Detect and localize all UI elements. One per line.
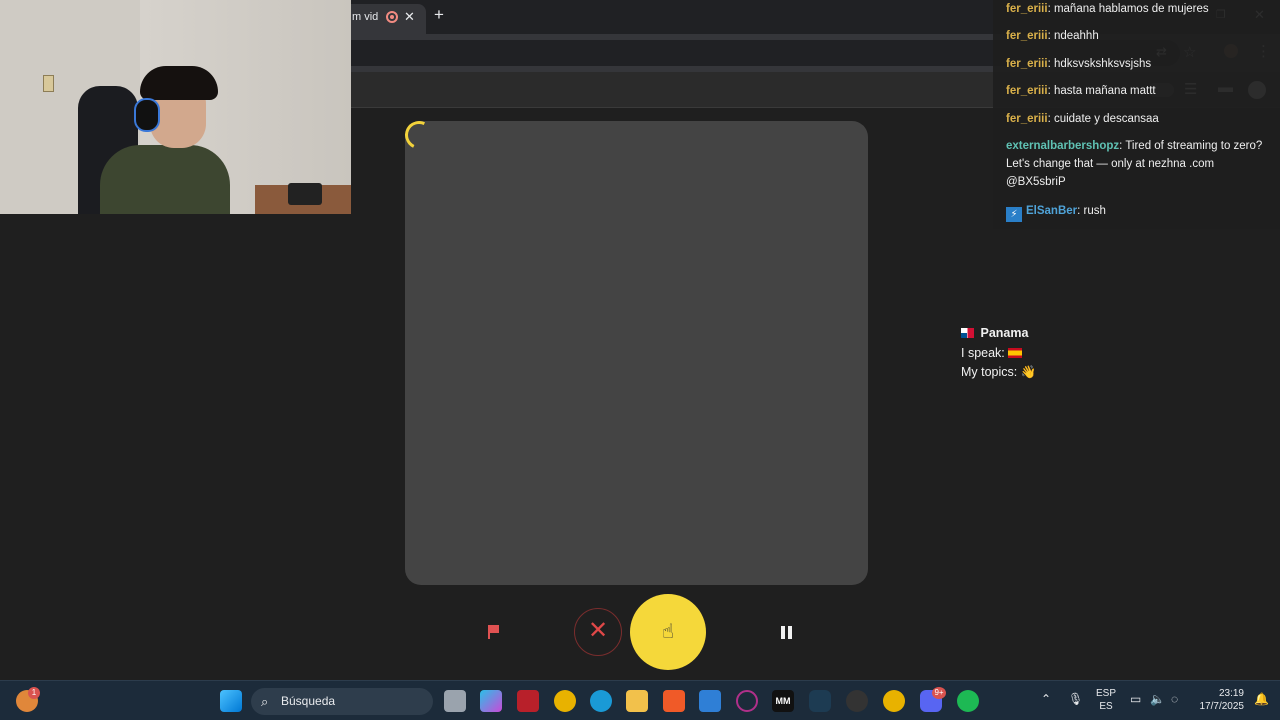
task-view-icon[interactable]	[444, 690, 466, 712]
brave-icon[interactable]	[663, 690, 685, 712]
microphone-icon[interactable]: 🎙	[1068, 692, 1083, 706]
copilot-icon[interactable]	[480, 690, 502, 712]
windows-taskbar: 1 ⌕ Búsqueda MM 9+ ⌃ 🎙 ESP ES ▭ 🔈 ◌ 23:1…	[0, 680, 1280, 720]
store-icon[interactable]	[699, 690, 721, 712]
opera-icon[interactable]	[736, 690, 758, 712]
hand-cursor-icon: ☝	[661, 621, 675, 643]
panama-flag-icon	[961, 328, 974, 338]
chat-message: fer_eriii: hasta mañana mattt	[1006, 85, 1156, 97]
peer-info: Panama I speak: My topics: 👋	[961, 324, 1036, 383]
new-tab-button[interactable]: +	[434, 5, 444, 25]
mm-app-icon[interactable]: MM	[772, 690, 794, 712]
video-area	[405, 121, 868, 585]
browser-tab[interactable]: m vid ✕	[340, 4, 426, 34]
obs-icon[interactable]	[846, 690, 868, 712]
taskbar-search[interactable]: ⌕ Búsqueda	[251, 688, 433, 715]
chat-message: fer_eriii: cuidate y descansaa	[1006, 113, 1159, 125]
recording-icon	[386, 11, 398, 23]
moderator-badge-icon: ⚡	[1006, 207, 1022, 222]
network-icon[interactable]: ▭	[1130, 692, 1141, 706]
chat-message: ⚡ ElSanBer: rush	[1006, 202, 1268, 222]
volume-icon[interactable]: 🔈	[1150, 692, 1165, 706]
report-flag-button[interactable]	[484, 622, 504, 642]
search-icon: ⌕	[261, 694, 269, 709]
notifications-icon[interactable]: 🔔	[1254, 692, 1269, 706]
pause-button[interactable]	[778, 624, 794, 640]
screen: m vid ✕ + ❐ ✕ ⇄ ☆ ⋮ ☰ ▬ Panama I speak: …	[0, 0, 1280, 720]
chat-message: fer_eriii: mañana hablamos de mujeres	[1006, 3, 1209, 15]
skip-button[interactable]: ✕	[574, 608, 622, 656]
close-tab-button[interactable]: ✕	[404, 4, 415, 30]
chat-message: fer_eriii: ndeahhh	[1006, 30, 1099, 42]
app-dark-icon[interactable]	[809, 690, 831, 712]
stream-chat: fer_eriii: mañana hablamos de mujeres fe…	[993, 0, 1280, 229]
chat-message: externalbarbershopz: Tired of streaming …	[1006, 140, 1263, 188]
tab-title: m vid	[352, 11, 379, 23]
webcam-overlay	[0, 0, 351, 214]
notification-badge: 1	[28, 687, 40, 699]
taskbar-clock[interactable]: 23:19 17/7/2025	[1196, 687, 1245, 713]
headphones	[134, 98, 160, 132]
file-explorer-icon[interactable]	[626, 690, 648, 712]
spain-flag-icon	[1008, 347, 1023, 358]
chat-message: fer_eriii: hdksvskshksvsjshs	[1006, 58, 1152, 70]
spotify-icon[interactable]	[957, 690, 979, 712]
battery-icon[interactable]: ◌	[1171, 692, 1178, 706]
next-button[interactable]: ☝	[630, 594, 706, 670]
edge-icon[interactable]	[590, 690, 612, 712]
peer-languages: I speak:	[961, 344, 1036, 364]
start-icon[interactable]	[220, 690, 242, 712]
streamer-body	[100, 145, 230, 214]
light-switch	[43, 75, 54, 92]
peer-country: Panama	[961, 324, 1036, 344]
app-red-icon[interactable]	[517, 690, 539, 712]
discord-badge: 9+	[932, 687, 946, 699]
chrome-icon[interactable]	[883, 690, 905, 712]
wave-icon: 👋	[1020, 365, 1037, 379]
show-hidden-icons-icon[interactable]: ⌃	[1041, 692, 1051, 706]
language-indicator[interactable]: ESP ES	[1094, 687, 1118, 713]
peer-topics: My topics: 👋	[961, 365, 1037, 379]
chrome-alt-icon[interactable]	[554, 690, 576, 712]
